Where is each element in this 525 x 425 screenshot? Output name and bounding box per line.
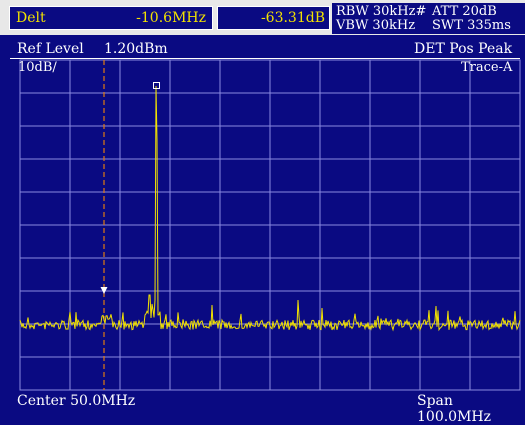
- center-frequency: Center 50.0MHz: [17, 393, 136, 409]
- scale-label: 10dB/: [18, 60, 57, 75]
- spectrum-display[interactable]: [0, 0, 525, 414]
- trace-label: Trace-A: [461, 60, 513, 75]
- span-frequency: Span 100.0MHz: [417, 393, 491, 425]
